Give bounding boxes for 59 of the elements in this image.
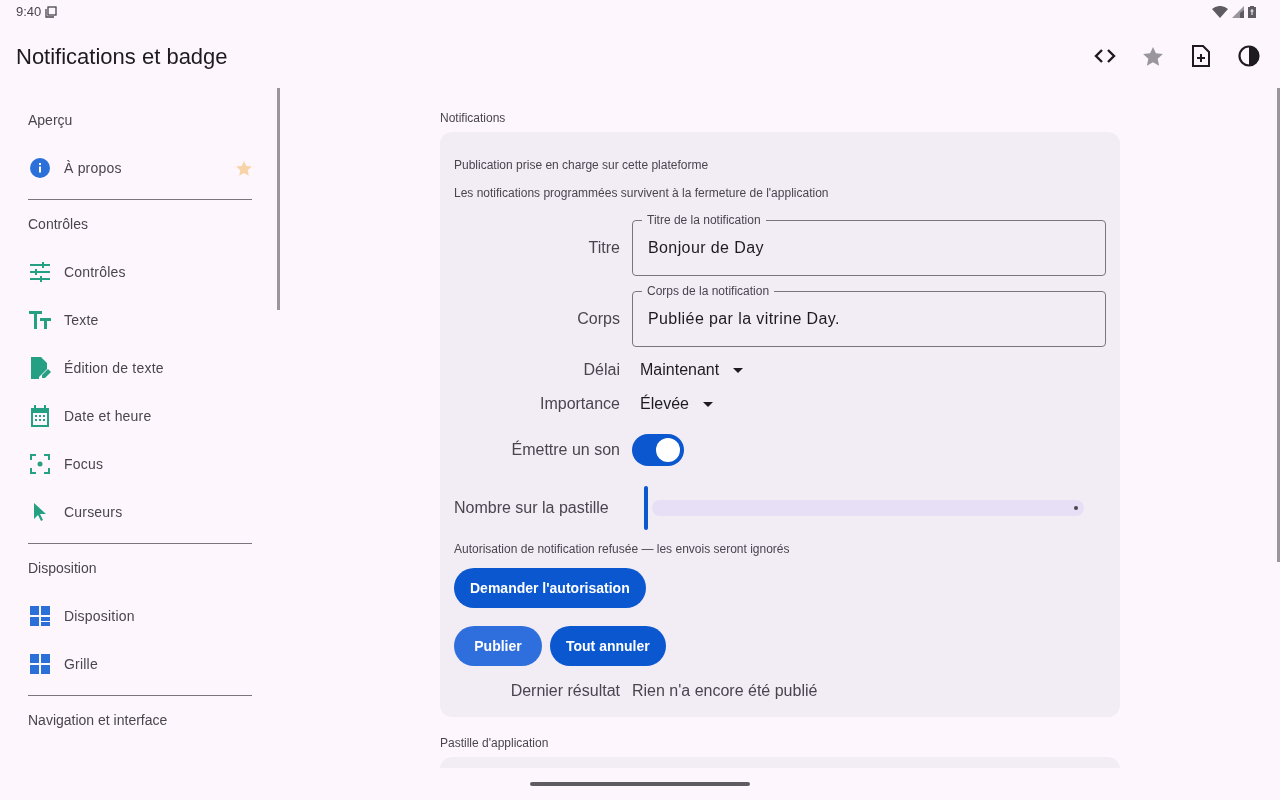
sidebar-item[interactable]: Texte	[28, 296, 252, 344]
field-label: Corps	[576, 309, 620, 329]
sliders-icon	[29, 262, 51, 282]
switch-label: Émettre un son	[510, 439, 620, 460]
info-icon	[29, 157, 51, 179]
sidebar-item[interactable]: Disposition	[28, 592, 252, 640]
info-text: Publication prise en charge sur cette plateforme	[454, 157, 710, 172]
sidebar-item[interactable]: Curseurs	[28, 488, 252, 536]
slider-thumb[interactable]	[644, 486, 648, 530]
request-permission-button[interactable]: Demander l'autorisation	[454, 568, 646, 608]
slider-label: Nombre sur la pastille	[454, 498, 610, 518]
calendar-icon	[30, 405, 50, 427]
section-heading: Pastille d'application	[440, 735, 550, 750]
field-label: Titre	[587, 238, 620, 258]
app-title: Notifications et badge	[16, 42, 228, 71]
signal-icon	[1232, 6, 1244, 18]
result-label: Dernier résultat	[509, 681, 620, 701]
star-icon[interactable]	[236, 160, 252, 176]
contrast-icon[interactable]	[1238, 45, 1260, 67]
dropdown[interactable]: Élevée	[640, 392, 713, 416]
code-icon[interactable]	[1094, 49, 1116, 63]
document-pencil-icon	[29, 357, 51, 379]
section-header: Contrôles	[28, 214, 89, 234]
field-label: Délai	[582, 360, 620, 380]
caret-icon	[702, 401, 713, 407]
floating-label: Corps de la notification	[642, 284, 775, 298]
section-header: Navigation et interface	[28, 710, 169, 730]
section-header: Aperçu	[28, 110, 74, 130]
section-header: Disposition	[28, 558, 98, 578]
sidebar-item[interactable]: À propos	[28, 144, 252, 192]
add-file-icon[interactable]	[1192, 45, 1210, 67]
scrollbar[interactable]	[1277, 88, 1280, 562]
screen-icon	[45, 6, 58, 18]
cursor-icon	[33, 503, 47, 521]
floating-label: Titre de la notification	[642, 213, 766, 227]
dropdown[interactable]: Maintenant	[640, 358, 744, 382]
sidebar-item[interactable]: Grille	[28, 640, 252, 688]
scrollbar[interactable]	[277, 88, 280, 310]
caret-icon	[733, 367, 744, 373]
sidebar-item[interactable]: Édition de texte	[28, 344, 252, 392]
result-value: Rien n'a encore été publié	[632, 681, 818, 701]
status-time: 9:40	[16, 3, 42, 22]
dashboard-icon	[30, 606, 50, 626]
sidebar-item[interactable]: Date et heure	[28, 392, 252, 440]
sidebar-item[interactable]: Focus	[28, 440, 252, 488]
sidebar-item[interactable]: Contrôles	[28, 248, 252, 296]
grid-icon	[30, 654, 50, 674]
wifi-icon	[1212, 6, 1228, 18]
section-heading: Notifications	[440, 110, 507, 125]
field-label: Importance	[538, 394, 620, 414]
focus-frame-icon	[30, 454, 50, 474]
battery-icon	[1248, 6, 1256, 18]
action-button[interactable]: Publier	[454, 626, 542, 666]
star-icon[interactable]	[1143, 46, 1163, 66]
action-button[interactable]: Tout annuler	[550, 626, 666, 666]
toggle-switch[interactable]	[632, 434, 684, 466]
text-size-icon	[29, 311, 51, 329]
permission-note: Autorisation de notification refusée — les envois seront ignorés	[454, 541, 791, 558]
info-text: Les notifications programmées survivent à la fermeture de l'application	[454, 185, 830, 200]
